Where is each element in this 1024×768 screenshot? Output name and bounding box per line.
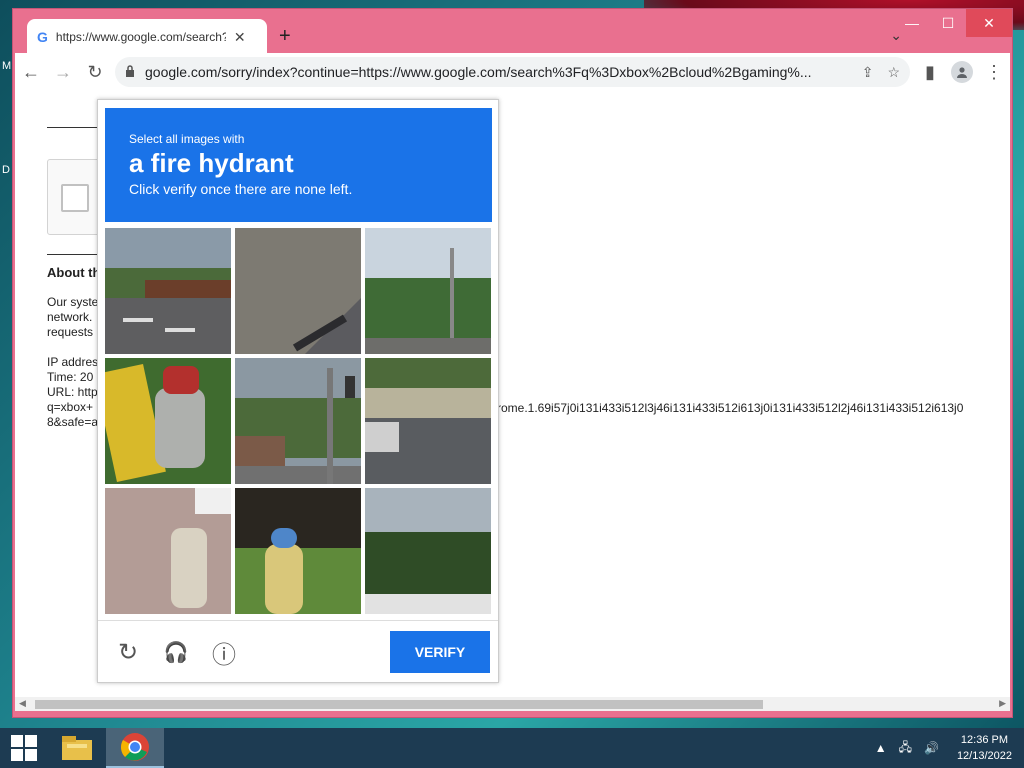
lock-icon [125,64,135,80]
captcha-tile[interactable] [365,358,491,484]
network-icon[interactable]: 🖧 [899,738,912,759]
clock-time: 12:36 PM [960,734,1009,746]
clock[interactable]: 12:36 PM 12/13/2022 [945,732,1024,764]
file-explorer-taskbar-icon[interactable] [48,728,106,768]
audio-challenge-icon[interactable]: 🎧 [162,638,190,666]
horizontal-scrollbar[interactable]: ◀ ▶ [15,697,1010,711]
paragraph-line: Our syste [47,295,99,309]
address-bar[interactable]: google.com/sorry/index?continue=https://… [115,57,910,87]
chrome-taskbar-icon[interactable] [106,728,164,768]
captcha-tile[interactable] [365,228,491,354]
captcha-tile[interactable] [105,358,231,484]
google-favicon-icon: G [37,29,48,45]
show-hidden-icons-icon[interactable]: ▲ [875,741,887,755]
captcha-image-grid [105,228,492,615]
tab-title: https://www.google.com/search? [55,30,226,44]
verify-button[interactable]: VERIFY [390,631,490,673]
bookmark-star-icon[interactable]: ☆ [887,64,900,81]
paragraph-line: requests [47,325,94,339]
paragraph-line: URL: http [47,385,98,399]
scroll-left-icon[interactable]: ◀ [19,698,26,709]
captcha-header: Select all images with a fire hydrant Cl… [105,108,492,222]
paragraph-line: 8&safe=a [47,415,99,429]
taskbar: ▲ 🖧 🔊 12:36 PM 12/13/2022 [0,728,1024,768]
captcha-tile[interactable] [105,228,231,354]
paragraph-line: q=xbox+ [47,400,94,414]
window-caption-buttons: — ☐ ✕ [894,9,1012,37]
new-tab-button[interactable]: + [279,25,291,48]
windows-logo-icon [11,735,37,761]
system-tray: ▲ 🖧 🔊 12:36 PM 12/13/2022 [869,728,1024,768]
captcha-subtext: Click verify once there are none left. [129,181,353,197]
scroll-right-icon[interactable]: ▶ [999,698,1006,709]
paragraph-line: network. [47,310,93,324]
reload-challenge-icon[interactable]: ↻ [114,638,142,666]
captcha-tile[interactable] [365,488,491,614]
browser-toolbar: ← → ↻ google.com/sorry/index?continue=ht… [15,53,1010,91]
captcha-instruction: Select all images with [129,132,245,146]
side-panel-icon[interactable]: ▮ [914,56,946,88]
desktop-icon-label: M [2,60,12,72]
back-arrow-icon[interactable]: ← [15,56,47,88]
captcha-challenge: Select all images with a fire hydrant Cl… [97,99,499,683]
share-icon[interactable]: ⇪ [862,64,874,81]
url-text[interactable]: google.com/sorry/index?continue=https://… [145,64,848,80]
paragraph-line: Time: 20 [47,370,94,384]
reload-icon[interactable]: ↻ [79,56,111,88]
maximize-button[interactable]: ☐ [930,9,966,37]
info-icon[interactable]: ⓘ [210,638,238,669]
tab-search-icon[interactable]: ⌄ [890,27,902,44]
about-heading: About th [47,265,101,280]
volume-icon[interactable]: 🔊 [924,741,939,755]
url-text-tail: rome.1.69i57j0i131i433i512l3j46i131i433i… [497,401,964,415]
close-window-button[interactable]: ✕ [966,9,1012,37]
menu-kebab-icon[interactable]: ⋮ [978,56,1010,88]
captcha-tile[interactable] [105,488,231,614]
start-button[interactable] [0,728,48,768]
paragraph-line: IP addres [47,355,99,369]
tab-close-icon[interactable]: ✕ [234,29,246,46]
captcha-tile[interactable] [235,488,361,614]
captcha-divider [98,620,498,621]
scrollbar-thumb[interactable] [35,700,763,709]
captcha-target: a fire hydrant [129,148,294,178]
browser-tab[interactable]: G https://www.google.com/search? ✕ [27,19,267,55]
captcha-tile[interactable] [235,358,361,484]
profile-button[interactable] [946,56,978,88]
forward-arrow-icon[interactable]: → [47,56,79,88]
avatar-icon [951,61,973,83]
captcha-tile[interactable] [235,228,361,354]
clock-date: 12/13/2022 [956,750,1012,762]
desktop-icon-label: D [2,164,10,176]
recaptcha-checkbox[interactable] [61,184,89,212]
